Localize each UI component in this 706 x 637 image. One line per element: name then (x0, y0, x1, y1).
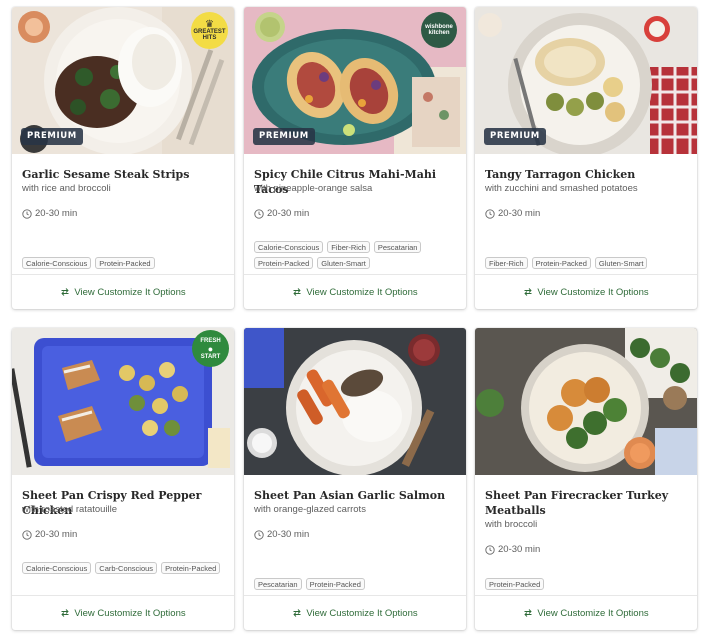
recipe-card[interactable]: Sheet Pan Firecracker Turkey Meatballs w… (475, 328, 697, 630)
crown-icon: ♛ (205, 19, 214, 30)
tag: Carb-Conscious (95, 562, 158, 574)
fresh-start-badge: FRESH ● START (192, 330, 229, 367)
tag-list: Calorie-Conscious Carb-Conscious Protein… (22, 562, 227, 574)
premium-badge: PREMIUM (253, 128, 315, 145)
tag: Fiber-Rich (485, 257, 528, 269)
tag-list: Calorie-Conscious Fiber-Rich Pescatarian… (254, 241, 459, 269)
recipe-subtitle: with rice and broccoli (22, 183, 111, 194)
swap-arrows-icon (61, 288, 70, 296)
recipe-title[interactable]: Tangy Tarragon Chicken (485, 167, 687, 182)
clock-icon (22, 208, 32, 219)
prep-time: 20-30 min (485, 544, 540, 555)
recipe-photo: ♛ GREATEST HITS PREMIUM (12, 7, 234, 154)
tag: Protein-Packed (531, 257, 591, 269)
recipe-card[interactable]: wishbone kitchen PREMIUM Spicy Chile Cit… (244, 7, 466, 309)
customize-options-link[interactable]: View Customize It Options (244, 595, 466, 630)
tag: Protein-Packed (485, 578, 545, 590)
clock-icon (22, 529, 32, 540)
clock-icon (254, 529, 264, 540)
recipe-photo: FRESH ● START (12, 328, 234, 475)
swap-arrows-icon (524, 609, 533, 617)
recipe-subtitle: with pineapple-orange salsa (254, 183, 373, 194)
recipe-title[interactable]: Sheet Pan Asian Garlic Salmon (254, 488, 456, 503)
prep-time: 20-30 min (22, 529, 77, 540)
tag: Pescatarian (254, 578, 302, 590)
recipe-photo: wishbone kitchen PREMIUM (244, 7, 466, 154)
tag: Pescatarian (373, 241, 422, 253)
customize-options-link[interactable]: View Customize It Options (244, 274, 466, 309)
recipe-card[interactable]: Sheet Pan Asian Garlic Salmon with orang… (244, 328, 466, 630)
premium-badge: PREMIUM (21, 128, 83, 145)
premium-badge: PREMIUM (484, 128, 546, 145)
clock-icon (485, 208, 495, 219)
tag: Protein-Packed (305, 578, 365, 590)
recipe-card[interactable]: FRESH ● START Sheet Pan Crispy Red Peppe… (12, 328, 234, 630)
recipe-card[interactable]: PREMIUM Tangy Tarragon Chicken with zucc… (475, 7, 697, 309)
tag-list: Pescatarian Protein-Packed (254, 578, 459, 590)
tag-list: Protein-Packed (485, 578, 690, 590)
recipe-subtitle: with orange-glazed carrots (254, 504, 366, 515)
tag-list: Fiber-Rich Protein-Packed Gluten-Smart (485, 257, 690, 269)
tag: Calorie-Conscious (22, 562, 92, 574)
tag: Calorie-Conscious (22, 257, 92, 269)
tag: Protein-Packed (95, 257, 155, 269)
prep-time: 20-30 min (254, 529, 309, 540)
swap-arrows-icon (524, 288, 533, 296)
prep-time: 20-30 min (22, 208, 77, 219)
customize-options-link[interactable]: View Customize It Options (475, 274, 697, 309)
wishbone-kitchen-badge: wishbone kitchen (421, 12, 457, 48)
recipe-title[interactable]: Garlic Sesame Steak Strips (22, 167, 224, 182)
tag: Protein-Packed (254, 257, 314, 269)
customize-options-link[interactable]: View Customize It Options (475, 595, 697, 630)
recipe-subtitle: with roasted ratatouille (22, 504, 118, 515)
swap-arrows-icon (293, 288, 302, 296)
customize-options-link[interactable]: View Customize It Options (12, 595, 234, 630)
apple-icon: ● (207, 343, 214, 354)
tag: Fiber-Rich (327, 241, 370, 253)
tag: Gluten-Smart (594, 257, 648, 269)
greatest-hits-badge: ♛ GREATEST HITS (191, 12, 228, 49)
clock-icon (254, 208, 264, 219)
tag: Calorie-Conscious (254, 241, 324, 253)
prep-time: 20-30 min (254, 208, 309, 219)
tag: Protein-Packed (161, 562, 221, 574)
recipe-title[interactable]: Sheet Pan Firecracker Turkey Meatballs (485, 488, 687, 518)
swap-arrows-icon (61, 609, 70, 617)
recipe-subtitle: with broccoli (485, 519, 538, 530)
customize-options-link[interactable]: View Customize It Options (12, 274, 234, 309)
recipe-grid: ♛ GREATEST HITS PREMIUM Garlic Sesame St… (12, 7, 698, 632)
prep-time: 20-30 min (485, 208, 540, 219)
swap-arrows-icon (293, 609, 302, 617)
clock-icon (485, 544, 495, 555)
recipe-card[interactable]: ♛ GREATEST HITS PREMIUM Garlic Sesame St… (12, 7, 234, 309)
recipe-photo (475, 328, 697, 475)
recipe-photo (244, 328, 466, 475)
recipe-photo: PREMIUM (475, 7, 697, 154)
recipe-subtitle: with zucchini and smashed potatoes (485, 183, 638, 194)
tag: Gluten-Smart (317, 257, 370, 269)
tag-list: Calorie-Conscious Protein-Packed (22, 257, 227, 269)
